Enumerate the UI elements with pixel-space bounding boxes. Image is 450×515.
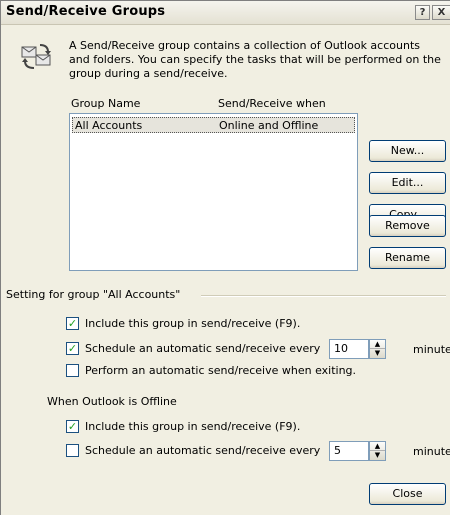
- help-icon[interactable]: ?: [415, 5, 430, 20]
- send-receive-groups-dialog: Send/Receive Groups ? X A Send/Receive g…: [0, 0, 450, 515]
- online-exit-label: Perform an automatic send/receive when e…: [85, 364, 357, 377]
- online-include-label: Include this group in send/receive (F9).: [85, 317, 301, 330]
- groups-listbox[interactable]: All Accounts Online and Offline: [69, 113, 358, 271]
- intro-description: A Send/Receive group contains a collecti…: [69, 39, 441, 80]
- online-schedule-label: Schedule an automatic send/receive every: [85, 342, 321, 355]
- spin-up-icon[interactable]: ▲: [370, 340, 385, 349]
- title-bar: Send/Receive Groups ? X: [1, 1, 450, 25]
- offline-minutes-spinner[interactable]: ▲ ▼: [369, 441, 386, 461]
- send-receive-when-cell: Online and Offline: [219, 119, 319, 132]
- send-receive-icon: [21, 44, 51, 69]
- rename-button[interactable]: Rename: [369, 247, 446, 269]
- close-icon[interactable]: X: [432, 5, 450, 20]
- offline-minutes-unit: minutes.: [413, 445, 450, 458]
- spin-down-icon[interactable]: ▼: [370, 349, 385, 358]
- remove-button[interactable]: Remove: [369, 215, 446, 237]
- offline-schedule-label: Schedule an automatic send/receive every: [85, 444, 321, 457]
- offline-minutes-input[interactable]: 5: [329, 441, 369, 461]
- online-minutes-unit: minutes.: [413, 343, 450, 356]
- new-button[interactable]: New...: [369, 140, 446, 162]
- group-divider-highlight: [201, 296, 446, 297]
- offline-include-checkbox[interactable]: ✓: [66, 420, 79, 433]
- online-minutes-input[interactable]: 10: [329, 339, 369, 359]
- spin-down-icon[interactable]: ▼: [370, 451, 385, 460]
- offline-section-label: When Outlook is Offline: [47, 395, 177, 408]
- column-header-send-receive-when[interactable]: Send/Receive when: [218, 97, 326, 110]
- spin-up-icon[interactable]: ▲: [370, 442, 385, 451]
- online-schedule-checkbox[interactable]: ✓: [66, 342, 79, 355]
- offline-schedule-checkbox[interactable]: [66, 444, 79, 457]
- offline-include-label: Include this group in send/receive (F9).: [85, 420, 301, 433]
- online-include-checkbox[interactable]: ✓: [66, 317, 79, 330]
- setting-group-label: Setting for group "All Accounts": [6, 288, 186, 301]
- dialog-title: Send/Receive Groups: [6, 4, 166, 19]
- edit-button[interactable]: Edit...: [369, 172, 446, 194]
- close-button[interactable]: Close: [369, 483, 446, 505]
- list-item[interactable]: All Accounts Online and Offline: [72, 117, 355, 133]
- group-name-cell: All Accounts: [75, 119, 143, 132]
- online-minutes-spinner[interactable]: ▲ ▼: [369, 339, 386, 359]
- online-exit-checkbox[interactable]: [66, 364, 79, 377]
- column-header-group-name[interactable]: Group Name: [71, 97, 140, 110]
